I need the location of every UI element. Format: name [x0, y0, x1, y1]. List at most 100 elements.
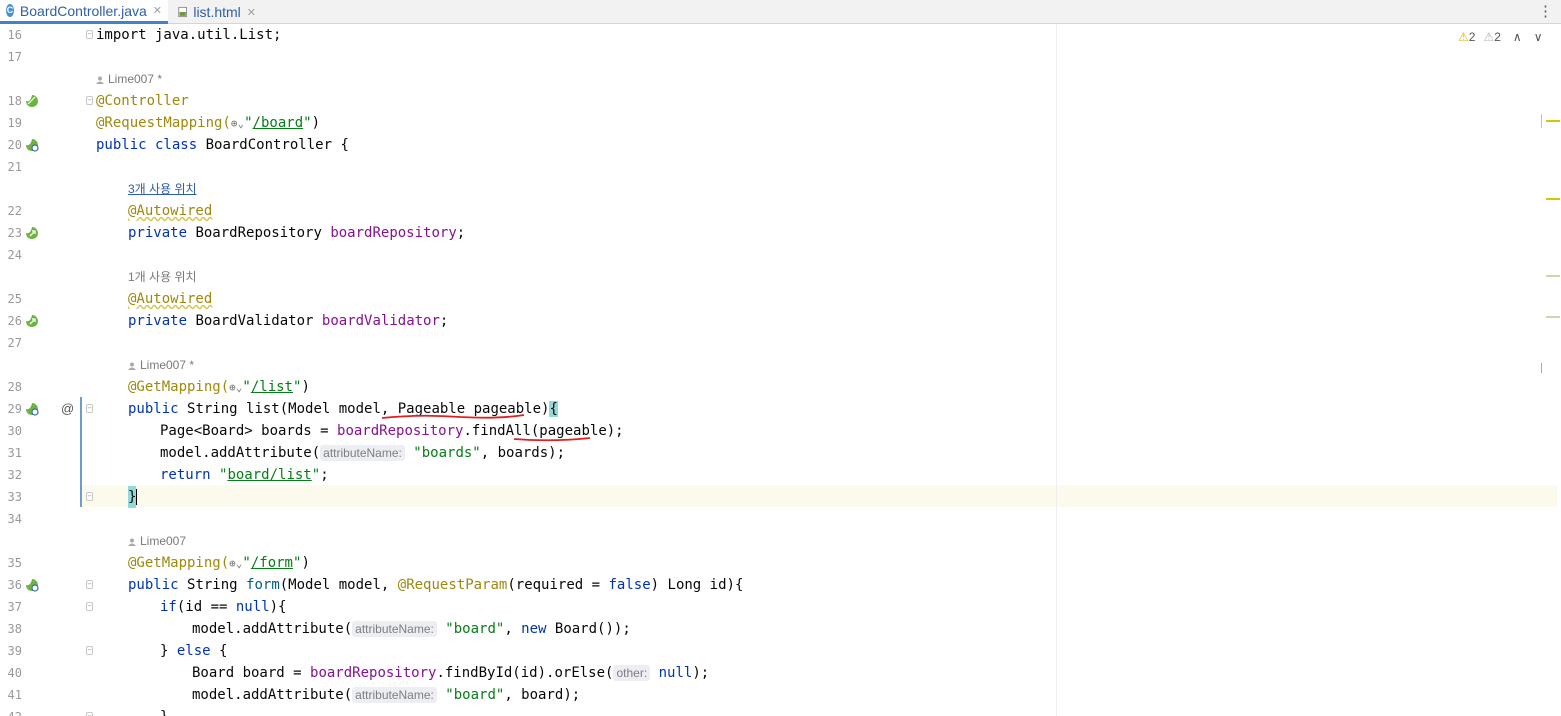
- globe-icon[interactable]: ⊕⌄: [229, 381, 242, 394]
- line-number: 31: [7, 446, 22, 460]
- parameter-hint: attributeName:: [320, 445, 405, 461]
- line-number: 32: [7, 468, 22, 482]
- code-line: 42 − }: [0, 706, 1540, 716]
- class-name: BoardController {: [205, 137, 349, 153]
- field-name: boardValidator: [321, 313, 440, 329]
- spring-bean-search-icon[interactable]: [25, 402, 39, 416]
- autowired-navigate-icon[interactable]: [25, 314, 39, 328]
- html-file-icon: [178, 6, 187, 18]
- code-line: 19 @RequestMapping(⊕⌄"/board"): [0, 112, 1540, 134]
- url-path[interactable]: /board: [253, 115, 304, 131]
- template-path[interactable]: board/list: [227, 467, 311, 483]
- paren: ): [301, 555, 310, 571]
- globe-icon[interactable]: ⊕⌄: [229, 557, 242, 570]
- url-path[interactable]: /form: [251, 555, 293, 571]
- code-segment: ){: [269, 599, 287, 615]
- code-segment: );: [692, 665, 710, 681]
- annotation-text: @GetMapping(: [128, 555, 230, 571]
- spring-bean-icon[interactable]: [25, 94, 39, 108]
- at-mapping-icon[interactable]: @: [61, 398, 74, 420]
- error-stripe-mark[interactable]: [1546, 120, 1560, 122]
- signature: String list(Model model,: [187, 401, 398, 417]
- code-line: 38 model.addAttribute(attributeName: "bo…: [0, 618, 1540, 640]
- line-number: 33: [7, 490, 22, 504]
- code-line: 30 Page<Board> boards = boardRepository.…: [0, 420, 1540, 442]
- code-segment: model.addAttribute(: [192, 621, 353, 637]
- code-segment: Page<Board> boards =: [160, 423, 338, 439]
- type-name: BoardRepository: [195, 225, 322, 241]
- line-number: 34: [7, 512, 22, 526]
- paren: ): [301, 379, 310, 395]
- keyword: false: [608, 577, 651, 593]
- usages-link[interactable]: 3개 사용 위치: [128, 181, 197, 197]
- string-literal: "boards": [413, 445, 481, 461]
- error-stripe-mark[interactable]: [1546, 275, 1560, 277]
- keyword: else: [176, 643, 211, 659]
- fold-marker-icon[interactable]: −: [86, 96, 93, 105]
- fold-marker-icon[interactable]: −: [86, 30, 93, 39]
- author-label: Lime007 *: [128, 357, 194, 373]
- line-number: 21: [7, 160, 22, 174]
- autowired-navigate-icon[interactable]: [25, 226, 39, 240]
- code-segment: }: [160, 643, 177, 659]
- code-text: @GetMapping(⊕⌄"/form"): [128, 555, 310, 571]
- field-name: boardRepository: [310, 665, 437, 681]
- code-text: }: [160, 706, 168, 716]
- author-name: Lime007: [140, 534, 187, 548]
- usages-inlay[interactable]: 3개 사용 위치: [0, 178, 1540, 200]
- fold-marker-icon[interactable]: −: [86, 712, 93, 716]
- parameter-hint: attributeName:: [352, 687, 437, 703]
- spring-bean-search-icon[interactable]: [25, 138, 39, 152]
- tab-board-controller[interactable]: C BoardController.java ✕: [0, 0, 168, 24]
- spring-bean-search-icon[interactable]: [25, 578, 39, 592]
- string-literal: "board": [445, 687, 505, 703]
- close-icon[interactable]: ✕: [153, 4, 162, 17]
- author-inlay[interactable]: Lime007 *: [0, 354, 1540, 376]
- line-number: 18: [7, 94, 22, 108]
- line-number: 35: [7, 556, 22, 570]
- url-path[interactable]: /list: [251, 379, 293, 395]
- keyword: null: [658, 665, 693, 681]
- code-line: 37 − if(id == null){: [0, 596, 1540, 618]
- author-inlay[interactable]: Lime007: [0, 530, 1540, 552]
- line-number: 41: [7, 688, 22, 702]
- keyword: private: [128, 313, 188, 329]
- keyword: private: [128, 225, 188, 241]
- code-line: 21: [0, 156, 1540, 178]
- usages-inlay[interactable]: 1개 사용 위치: [0, 266, 1540, 288]
- code-editor[interactable]: ⚠ 2 ⚠ 2 ∧ ∨ 16 − import java.util.List; …: [0, 24, 1561, 716]
- code-segment: Board());: [546, 621, 631, 637]
- line-number: 36: [7, 578, 22, 592]
- error-stripe-mark[interactable]: [1546, 198, 1560, 200]
- person-icon: [128, 362, 136, 370]
- fold-marker-icon[interactable]: −: [86, 580, 93, 589]
- code-line: 24: [0, 244, 1540, 266]
- parameter-hint: attributeName:: [352, 621, 437, 637]
- close-icon[interactable]: ✕: [247, 6, 256, 19]
- author-inlay[interactable]: Lime007 *: [0, 68, 1540, 90]
- usages-link[interactable]: 1개 사용 위치: [128, 269, 197, 285]
- text-caret: [136, 489, 137, 505]
- person-icon: [128, 538, 136, 546]
- code-line: 34: [0, 508, 1540, 530]
- code-segment: ) Long id){: [650, 577, 744, 593]
- error-stripe-mark[interactable]: [1546, 316, 1560, 318]
- line-number: 19: [7, 116, 22, 130]
- code-text: model.addAttribute(attributeName: "board…: [192, 618, 631, 640]
- globe-icon[interactable]: ⊕⌄: [231, 117, 244, 130]
- keyword: public: [128, 401, 179, 417]
- code-text: public class BoardController {: [96, 134, 349, 156]
- fold-marker-icon[interactable]: −: [86, 646, 93, 655]
- more-options-icon[interactable]: ⋮: [1538, 2, 1553, 20]
- tab-list-html[interactable]: list.html ✕: [172, 0, 262, 24]
- fold-marker-icon[interactable]: −: [86, 404, 93, 413]
- code-line: 22 @Autowired: [0, 200, 1540, 222]
- fold-marker-icon[interactable]: −: [86, 602, 93, 611]
- code-text: private BoardRepository boardRepository;: [128, 222, 465, 244]
- line-number: 20: [7, 138, 22, 152]
- code-text: public String list(Model model, Pageable…: [128, 398, 558, 420]
- fold-marker-icon[interactable]: −: [86, 492, 93, 501]
- code-line: 41 model.addAttribute(attributeName: "bo…: [0, 684, 1540, 706]
- person-icon: [96, 76, 104, 84]
- line-number: 39: [7, 644, 22, 658]
